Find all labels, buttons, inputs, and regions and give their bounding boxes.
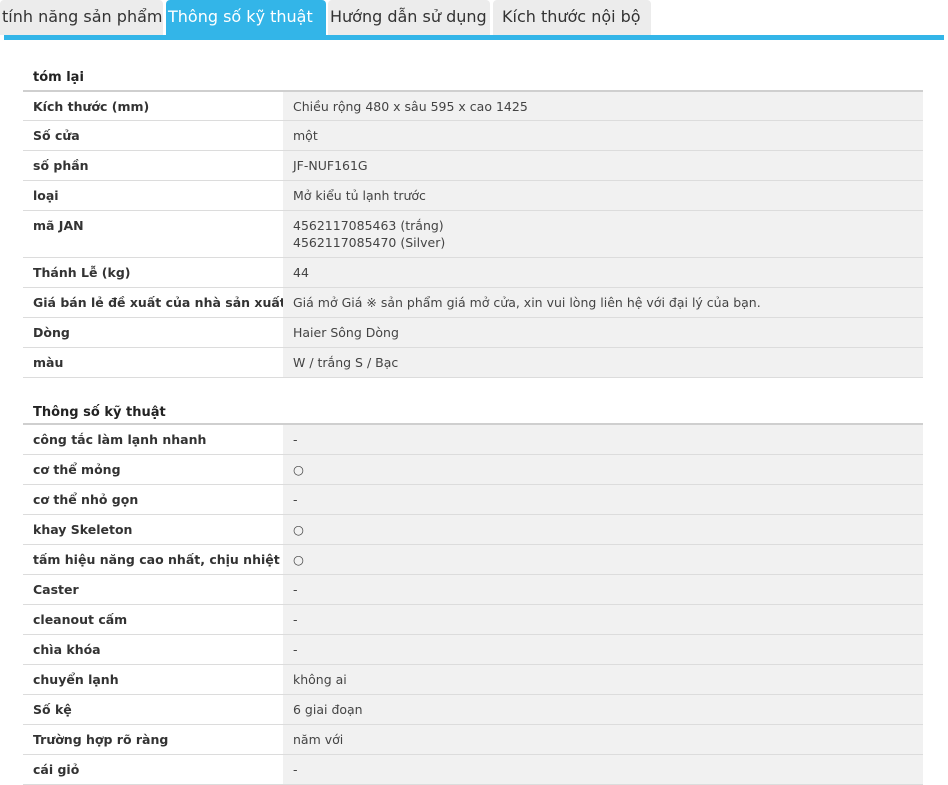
row-value: Chiều rộng 480 x sâu 595 x cao 1425 — [283, 92, 923, 120]
row-value: ○ — [283, 455, 923, 484]
row-value: không ai — [283, 665, 923, 694]
table-row: số phần JF-NUF161G — [23, 151, 923, 181]
tab-underline — [4, 35, 944, 40]
table-row: khay Skeleton ○ — [23, 515, 923, 545]
row-value: - — [283, 605, 923, 634]
row-value: - — [283, 755, 923, 784]
row-value: W / trắng S / Bạc — [283, 348, 923, 377]
table-row: loại Mở kiểu tủ lạnh trước — [23, 181, 923, 211]
row-value: một — [283, 121, 923, 150]
table-row: Số kệ 6 giai đoạn — [23, 695, 923, 725]
row-label: Số cửa — [23, 121, 283, 150]
row-value: 44 — [283, 258, 923, 287]
row-label: cơ thể mỏng — [23, 455, 283, 484]
row-value: năm với — [283, 725, 923, 754]
table-row: công tắc làm lạnh nhanh - — [23, 425, 923, 455]
table-row: Trường hợp rõ ràng năm với — [23, 725, 923, 755]
row-value: - — [283, 575, 923, 604]
row-value: ○ — [283, 545, 923, 574]
row-label: cơ thể nhỏ gọn — [23, 485, 283, 514]
table-row: chìa khóa - — [23, 635, 923, 665]
row-value: JF-NUF161G — [283, 151, 923, 180]
spec-content: tóm lại Kích thước (mm) Chiều rộng 480 x… — [23, 56, 923, 785]
specs-table: công tắc làm lạnh nhanh - cơ thể mỏng ○ … — [23, 425, 923, 785]
row-label: khay Skeleton — [23, 515, 283, 544]
tab-bar: tính năng sản phẩm Thông số kỹ thuật Hướ… — [0, 0, 948, 40]
row-label: Dòng — [23, 318, 283, 347]
row-value: ○ — [283, 515, 923, 544]
tab-product-features[interactable]: tính năng sản phẩm — [0, 0, 163, 35]
row-label: Kích thước (mm) — [23, 92, 283, 120]
row-value: Haier Sông Dòng — [283, 318, 923, 347]
row-label: màu — [23, 348, 283, 377]
specs-section-title: Thông số kỹ thuật — [23, 394, 923, 425]
table-row: cái giỏ - — [23, 755, 923, 785]
table-row: Dòng Haier Sông Dòng — [23, 318, 923, 348]
row-label: Thánh Lễ (kg) — [23, 258, 283, 287]
row-label: Giá bán lẻ đề xuất của nhà sản xuất — [23, 288, 286, 317]
row-label: công tắc làm lạnh nhanh — [23, 425, 283, 454]
row-label: mã JAN — [23, 211, 283, 257]
row-label: số phần — [23, 151, 283, 180]
table-row: Caster - — [23, 575, 923, 605]
row-value: 6 giai đoạn — [283, 695, 923, 724]
row-label: loại — [23, 181, 283, 210]
table-row: Kích thước (mm) Chiều rộng 480 x sâu 595… — [23, 92, 923, 121]
table-row: chuyển lạnh không ai — [23, 665, 923, 695]
row-label: chuyển lạnh — [23, 665, 283, 694]
tab-internal-dimensions[interactable]: Kích thước nội bộ — [493, 0, 651, 35]
row-label: cleanout cấm — [23, 605, 283, 634]
table-row: Giá bán lẻ đề xuất của nhà sản xuất Giá … — [23, 288, 923, 318]
row-value: - — [283, 425, 923, 454]
jan-code-white: 4562117085463 (trắng) — [293, 218, 444, 233]
row-label: Caster — [23, 575, 283, 604]
row-value: 4562117085463 (trắng) 4562117085470 (Sil… — [283, 211, 923, 257]
table-row: cleanout cấm - — [23, 605, 923, 635]
row-label: Số kệ — [23, 695, 283, 724]
tab-user-guide[interactable]: Hướng dẫn sử dụng — [328, 0, 490, 35]
row-value: Mở kiểu tủ lạnh trước — [283, 181, 923, 210]
row-value: Giá mở Giá ※ sản phẩm giá mở cửa, xin vu… — [283, 288, 923, 317]
table-row: mã JAN 4562117085463 (trắng) 45621170854… — [23, 211, 923, 258]
tab-specifications[interactable]: Thông số kỹ thuật — [166, 0, 326, 35]
summary-table: Kích thước (mm) Chiều rộng 480 x sâu 595… — [23, 92, 923, 378]
summary-section-title: tóm lại — [23, 56, 923, 92]
table-row: cơ thể nhỏ gọn - — [23, 485, 923, 515]
table-row: màu W / trắng S / Bạc — [23, 348, 923, 378]
row-value: - — [283, 485, 923, 514]
jan-code-silver: 4562117085470 (Silver) — [293, 235, 446, 250]
table-row: cơ thể mỏng ○ — [23, 455, 923, 485]
row-label: cái giỏ — [23, 755, 283, 784]
row-label: Trường hợp rõ ràng — [23, 725, 283, 754]
table-row: tấm hiệu năng cao nhất, chịu nhiệt ○ — [23, 545, 923, 575]
row-label: chìa khóa — [23, 635, 283, 664]
row-label: tấm hiệu năng cao nhất, chịu nhiệt — [23, 545, 283, 574]
table-row: Số cửa một — [23, 121, 923, 151]
table-row: Thánh Lễ (kg) 44 — [23, 258, 923, 288]
row-value: - — [283, 635, 923, 664]
